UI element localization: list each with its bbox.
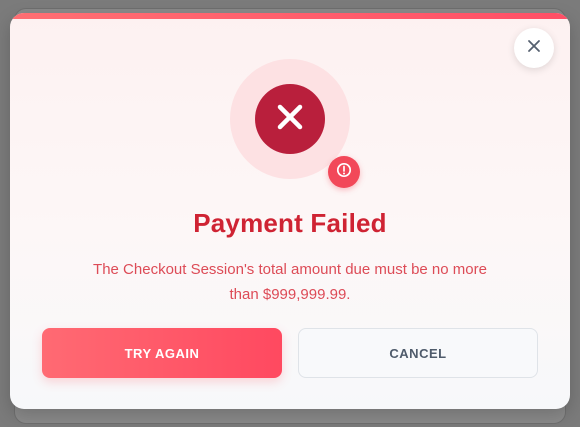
try-again-button[interactable]: TRY AGAIN <box>42 328 282 378</box>
exclamation-circle-icon <box>336 162 352 183</box>
alert-badge <box>328 156 360 188</box>
x-icon <box>273 100 307 139</box>
error-message: The Checkout Session's total amount due … <box>93 261 487 303</box>
cancel-button[interactable]: CANCEL <box>298 328 538 378</box>
close-button[interactable] <box>514 28 554 68</box>
modal-title: Payment Failed <box>193 208 387 238</box>
modal-accent-bar <box>10 13 570 19</box>
payment-failed-modal: Payment Failed The Checkout Session's to… <box>10 13 570 409</box>
error-status-circle <box>255 84 325 154</box>
close-icon <box>527 39 541 58</box>
